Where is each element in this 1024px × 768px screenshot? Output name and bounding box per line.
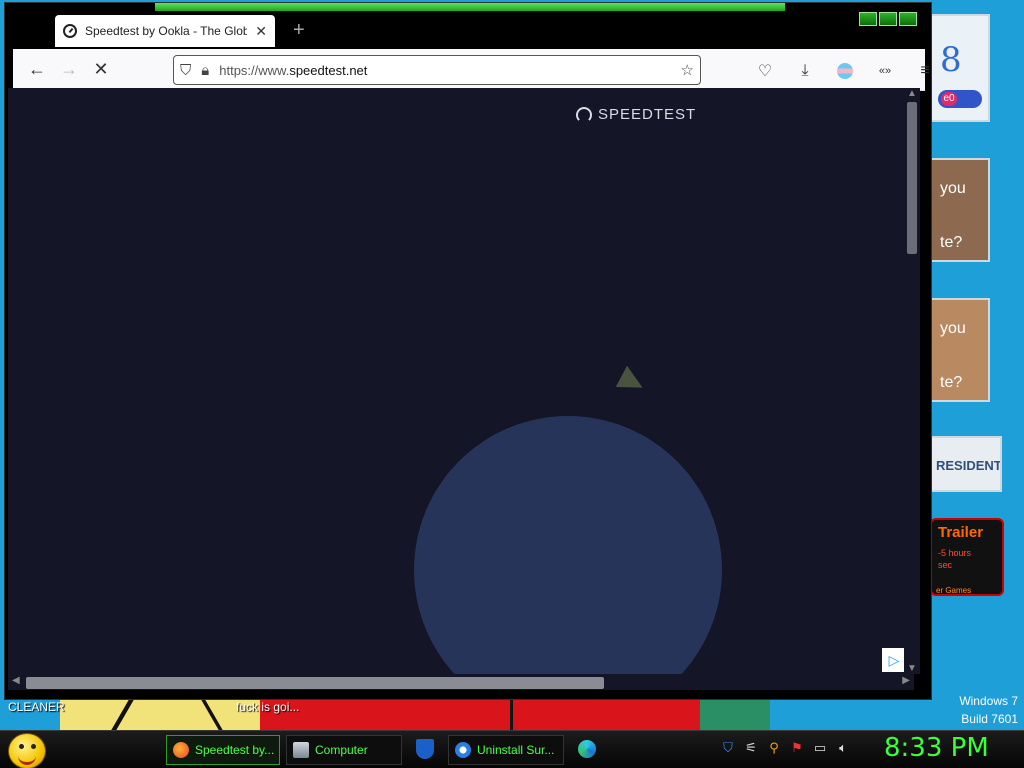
desktop-icon-label-cleaner[interactable]: CLEANER [8, 700, 65, 714]
taskbar-item-computer[interactable]: Computer [286, 735, 402, 765]
scroll-right-arrow-icon[interactable]: ▶ [902, 675, 910, 686]
taskbar-edge-icon[interactable] [576, 738, 598, 760]
lock-icon[interactable]: 🔒︎ [201, 62, 209, 79]
gadget-poll-2[interactable]: you te? [930, 298, 990, 402]
firefox-icon [173, 742, 189, 758]
taskbar: Speedtest by... Computer Uninstall Sur..… [0, 730, 1024, 768]
tray-flag-icon[interactable]: ⚑ [789, 740, 805, 756]
taskbar-security-shield-icon[interactable] [414, 738, 436, 760]
ie-icon [455, 742, 471, 758]
system-tray: ⛉ ⚟ ⚲ ⚑ ▭ 🔈︎ [720, 740, 851, 756]
taskbar-item-speedtest[interactable]: Speedtest by... [166, 735, 280, 765]
computer-icon [293, 742, 309, 758]
new-tab-button[interactable]: + [293, 19, 305, 42]
speedtest-logo[interactable]: SPEEDTEST [576, 106, 696, 123]
scroll-down-arrow-icon[interactable]: ▼ [907, 663, 917, 674]
tray-network-icon[interactable]: ⚟ [743, 740, 759, 756]
bookmark-star-icon[interactable]: ☆ [681, 61, 694, 79]
window-titlebar-glow [155, 3, 785, 11]
horizontal-scrollbar[interactable]: ◀ ▶ [8, 674, 914, 690]
tray-monitor-icon[interactable]: ▭ [812, 740, 828, 756]
tray-shield-icon[interactable]: ⛉ [720, 740, 736, 756]
desktop-wallpaper-strip [60, 700, 770, 730]
adchoices-icon[interactable]: ▷ [882, 648, 904, 672]
windows-version: Windows 7 [959, 694, 1018, 708]
menu-hamburger-icon[interactable]: ≡ [909, 55, 941, 87]
speedtest-favicon-icon [63, 24, 77, 38]
tab-strip: Speedtest by Ookla - The Globe ✕ + [13, 13, 925, 49]
forward-button[interactable]: → [53, 54, 85, 86]
url-text[interactable]: https://www.speedtest.net [219, 63, 670, 78]
downloads-icon[interactable]: ⤓ [789, 55, 821, 87]
start-button[interactable] [8, 733, 46, 768]
tab-close-icon[interactable]: ✕ [255, 23, 267, 40]
scroll-left-arrow-icon[interactable]: ◀ [12, 675, 20, 686]
back-button[interactable]: ← [21, 54, 53, 86]
gadget-trailer[interactable]: Trailer -5 hours sec er Games [930, 518, 1004, 596]
taskbar-clock[interactable]: 8:33 PM [884, 733, 989, 763]
mouse-cursor-icon [615, 365, 649, 399]
tab-speedtest[interactable]: Speedtest by Ookla - The Globe ✕ [55, 15, 275, 47]
scroll-up-arrow-icon[interactable]: ▲ [907, 88, 917, 99]
horizontal-scroll-thumb[interactable] [26, 677, 604, 689]
windows-build: Build 7601 [961, 712, 1018, 726]
navigation-toolbar: ← → ✕ ⛉ 🔒︎ https://www.speedtest.net ☆ ♡… [13, 49, 930, 91]
extensions-icon[interactable]: «» [869, 55, 901, 87]
address-bar[interactable]: ⛉ 🔒︎ https://www.speedtest.net ☆ [173, 55, 701, 85]
go-button-circle[interactable] [414, 416, 722, 674]
pocket-icon[interactable]: ♡ [749, 55, 781, 87]
taskbar-item-uninstall[interactable]: Uninstall Sur... [448, 735, 564, 765]
vertical-scroll-thumb[interactable] [907, 102, 917, 254]
vertical-scrollbar[interactable]: ▲ ▼ [904, 88, 920, 674]
tray-search-icon[interactable]: ⚲ [766, 740, 782, 756]
desktop-icon-label[interactable]: fuck is goi... [236, 700, 299, 714]
tray-volume-icon[interactable]: 🔈︎ [835, 740, 851, 756]
account-avatar-icon[interactable] [829, 55, 861, 87]
tracking-shield-icon[interactable]: ⛉ [180, 62, 191, 79]
gauge-icon [576, 106, 592, 123]
gadget-president[interactable]: RESIDENT [930, 436, 1002, 492]
gadget-poll-1[interactable]: you te? [930, 158, 990, 262]
tab-title: Speedtest by Ookla - The Globe [85, 24, 248, 38]
page-content: SPEEDTEST ▷ [8, 88, 904, 674]
stop-button[interactable]: ✕ [85, 54, 117, 86]
